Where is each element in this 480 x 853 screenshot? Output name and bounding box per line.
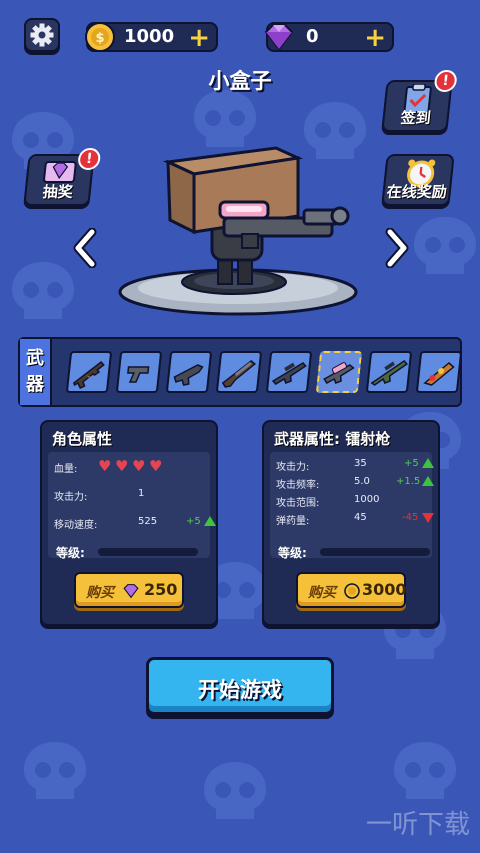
coin-icon [344, 583, 360, 599]
character-panel-title: 角色属性 [52, 430, 113, 448]
heart-icon: ♥ [98, 457, 112, 475]
gem-amount: 0 [306, 26, 319, 47]
weapon-rate-delta: +1.5 [396, 476, 421, 487]
weapon-tag-line1: 武 [26, 348, 44, 369]
weapon-range-label: 攻击范围: [276, 498, 320, 509]
weapon-rate-value: 5.0 [354, 476, 370, 487]
buy-label: 购买 [86, 585, 114, 601]
weapon-slot-shotgun[interactable] [215, 351, 263, 393]
heart-icon: ♥ [149, 457, 163, 475]
signin-label: 签到 [399, 109, 432, 127]
speed-delta: +5 [186, 516, 201, 527]
weapon-attack-row: 攻击力: 35 +5 [276, 456, 434, 473]
weapon-ammo-row: 弹药量: 45 -45 [276, 510, 434, 527]
buy-character-button[interactable]: 购买 250 [74, 572, 184, 608]
weapon-slot-smg[interactable] [165, 351, 213, 393]
heart-icon: ♥ [132, 457, 146, 475]
weapon-panel-title: 武器属性: 镭射枪 [274, 430, 391, 448]
speed-label: 移动速度: [54, 520, 98, 531]
hp-row: 血量: ♥ ♥ ♥ ♥ [54, 457, 204, 476]
weapon-ammo-label: 弹药量: [276, 516, 310, 527]
weapon-tag: 武 器 [20, 339, 52, 405]
increase-arrow-icon [204, 516, 216, 526]
online-reward-label: 在线奖励 [385, 183, 448, 201]
lottery-button[interactable]: 抽奖 ! [23, 148, 102, 206]
gear-icon [30, 23, 54, 47]
coin-icon: $ [85, 22, 115, 52]
weapon-level-bar [320, 548, 430, 556]
weapon-slot-assault-rifle[interactable] [65, 351, 113, 393]
laser-gun-icon [323, 362, 355, 384]
speed-value: 525 [138, 516, 158, 527]
weapon-level-label: 等级: [278, 546, 307, 560]
previous-character-arrow[interactable] [70, 228, 100, 268]
weapon-slot-pistol[interactable] [115, 351, 163, 393]
add-coins-button[interactable]: + [188, 25, 210, 51]
character-price: 250 [144, 580, 178, 599]
weapon-attack-delta: +5 [404, 458, 419, 469]
weapon-slot-laser-gun[interactable] [315, 351, 363, 393]
rocket-launcher-icon [423, 362, 455, 386]
sniper-green-icon [370, 360, 408, 386]
weapon-price: 3000 [362, 580, 407, 599]
start-game-label: 开始游戏 [198, 678, 282, 702]
speed-row: 移动速度: 525 +5 [54, 514, 216, 531]
attack-value: 1 [138, 488, 145, 499]
attack-row: 攻击力: 1 [54, 486, 204, 503]
weapon-slot-sniper-green[interactable] [365, 351, 413, 393]
sniper-dark-icon [271, 362, 307, 385]
character-level-bar [98, 548, 198, 556]
weapon-slot-sniper-dark[interactable] [265, 351, 313, 393]
character-box-hero [118, 146, 358, 316]
weapon-selector: 武 器 [18, 337, 463, 407]
attack-label: 攻击力: [54, 492, 88, 503]
character-attributes-panel: 角色属性 血量: ♥ ♥ ♥ ♥ 攻击力: 1 移动速度: 525 +5 等级: 购买… [40, 420, 218, 626]
online-reward-button[interactable]: 在线奖励 [381, 154, 455, 206]
coin-counter: $ 1000 + [85, 22, 218, 52]
next-character-arrow[interactable] [382, 228, 412, 268]
weapon-attack-label: 攻击力: [276, 462, 310, 473]
gem-counter: 0 + [264, 22, 394, 52]
weapon-tag-line2: 器 [26, 374, 44, 395]
weapon-stats-area: 攻击力: 35 +5 攻击频率: 5.0 +1.5 攻击范围: 1000 弹药量… [270, 452, 434, 558]
assault-rifle-icon [72, 360, 105, 389]
gem-icon [264, 24, 294, 51]
character-level-label: 等级: [56, 546, 85, 560]
watermark-text: 一听下载 [365, 810, 470, 840]
heart-icon: ♥ [115, 457, 129, 475]
lottery-label: 抽奖 [41, 183, 74, 201]
increase-arrow-icon [422, 458, 434, 468]
settings-button[interactable] [24, 18, 60, 52]
weapon-ammo-delta: -45 [402, 512, 419, 523]
increase-arrow-icon [422, 476, 434, 486]
weapon-slot-rocket-launcher[interactable] [415, 351, 463, 393]
weapon-rate-row: 攻击频率: 5.0 +1.5 [276, 474, 434, 491]
watermark: 一听下载 [366, 804, 470, 841]
weapon-range-value: 1000 [354, 494, 380, 505]
add-gems-button[interactable]: + [364, 25, 386, 51]
coin-amount: 1000 [124, 26, 175, 47]
weapon-attributes-panel: 武器属性: 镭射枪 攻击力: 35 +5 攻击频率: 5.0 +1.5 攻击范围… [262, 420, 440, 626]
shotgun-icon [221, 360, 257, 388]
start-game-button[interactable]: 开始游戏 [146, 657, 334, 715]
weapon-range-row: 攻击范围: 1000 [276, 492, 426, 509]
svg-text:$: $ [95, 31, 104, 46]
gem-icon [123, 584, 139, 599]
buy-weapon-button[interactable]: 购买 3000 [296, 572, 407, 608]
weapon-attack-value: 35 [354, 458, 367, 469]
smg-icon [173, 364, 204, 386]
signin-button[interactable]: 签到 ! [381, 70, 458, 132]
weapon-ammo-value: 45 [354, 512, 367, 523]
character-stats-area: 血量: ♥ ♥ ♥ ♥ 攻击力: 1 移动速度: 525 +5 [48, 452, 216, 558]
pistol-icon [127, 366, 150, 383]
hp-label: 血量: [54, 464, 78, 475]
buy-label: 购买 [308, 585, 336, 601]
decrease-arrow-icon [422, 513, 434, 523]
weapon-rate-label: 攻击频率: [276, 480, 320, 491]
